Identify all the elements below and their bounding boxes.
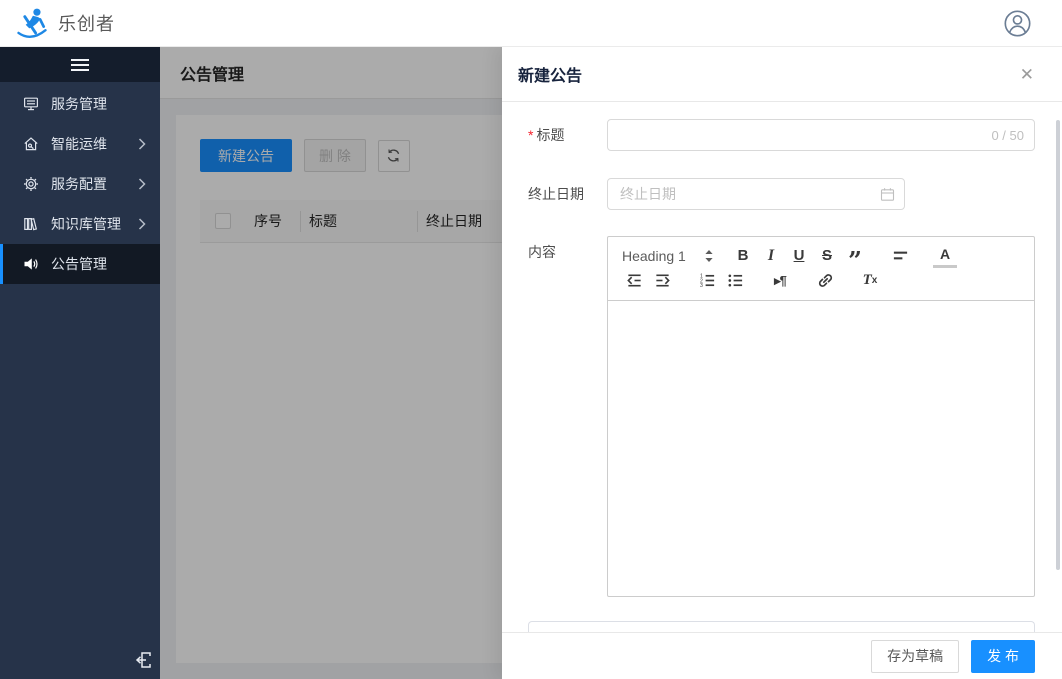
editor-toolbar-row-2: 1 2 3 <box>622 268 1024 293</box>
sidebar-item-label: 服务管理 <box>51 94 146 114</box>
save-draft-button[interactable]: 存为草稿 <box>871 640 959 673</box>
sidebar-item-service-management[interactable]: 服务管理 <box>0 84 160 124</box>
link-button[interactable] <box>813 269 837 293</box>
bold-button[interactable]: B <box>731 244 755 268</box>
sidebar-item-announcements[interactable]: 公告管理 <box>0 244 160 284</box>
publish-button[interactable]: 发 布 <box>971 640 1035 673</box>
text-direction-button[interactable]: ▸¶ <box>768 269 792 293</box>
drawer-title: 新建公告 <box>518 62 582 86</box>
end-date-field-row: 终止日期 <box>528 178 1035 210</box>
heading-select[interactable]: Heading 1 <box>622 248 714 264</box>
hamburger-icon <box>71 56 89 74</box>
calendar-icon <box>880 187 895 202</box>
chevron-right-icon <box>138 218 146 230</box>
end-date-field-label: 终止日期 <box>528 178 607 210</box>
drawer-header: 新建公告 ✕ <box>502 47 1062 102</box>
bullet-list-button[interactable] <box>723 269 747 293</box>
clear-format-button[interactable]: Tx <box>858 269 882 293</box>
brand-logo-icon <box>14 5 50 41</box>
sidebar-item-label: 智能运维 <box>51 134 138 154</box>
rich-text-editor: Heading 1 B <box>607 236 1035 597</box>
chevron-right-icon <box>138 138 146 150</box>
align-button[interactable] <box>888 244 912 268</box>
blockquote-button[interactable]: ” <box>843 244 867 268</box>
select-caret-icon <box>704 249 714 263</box>
title-input-wrap: 0 / 50 <box>607 119 1035 151</box>
sidebar-item-service-config[interactable]: 服务配置 <box>0 164 160 204</box>
sidebar-item-label: 公告管理 <box>51 254 146 274</box>
books-icon <box>23 216 41 232</box>
speaker-icon <box>23 256 41 272</box>
title-field-row: *标题 0 / 50 <box>528 119 1035 151</box>
home-tools-icon <box>23 136 41 152</box>
indent-button[interactable] <box>650 269 674 293</box>
content-field-row: 内容 Heading 1 <box>528 236 1035 597</box>
new-announcement-drawer: 新建公告 ✕ *标题 0 / 50 终止日期 <box>502 47 1062 679</box>
drawer-footer: 存为草稿 发 布 <box>502 632 1062 679</box>
sidebar-item-knowledge-base[interactable]: 知识库管理 <box>0 204 160 244</box>
close-icon[interactable]: ✕ <box>1020 66 1034 83</box>
sidebar-item-label: 服务配置 <box>51 174 138 194</box>
chevron-right-icon <box>138 178 146 190</box>
editor-toolbar-row-1: Heading 1 B <box>622 243 1024 268</box>
drawer-body: *标题 0 / 50 终止日期 <box>502 102 1062 635</box>
sidebar-collapse-button[interactable] <box>0 47 160 82</box>
underline-button[interactable]: U <box>787 244 811 268</box>
text-color-button[interactable]: A <box>933 244 957 268</box>
topbar: 乐创者 <box>0 0 1062 47</box>
title-field-label: *标题 <box>528 119 607 151</box>
monitor-icon <box>23 96 41 112</box>
gear-icon <box>23 176 41 192</box>
ordered-list-button[interactable]: 1 2 3 <box>695 269 719 293</box>
sidebar-item-label: 知识库管理 <box>51 214 138 234</box>
svg-text:3: 3 <box>699 283 702 289</box>
strike-button[interactable]: S <box>815 244 839 268</box>
outdent-button[interactable] <box>622 269 646 293</box>
end-date-input[interactable] <box>608 179 904 209</box>
sidebar-menu: 服务管理 智能运维 <box>0 84 160 284</box>
sidebar-item-intelligent-ops[interactable]: 智能运维 <box>0 124 160 164</box>
screen: 乐创者 <box>0 0 1062 679</box>
user-avatar-icon[interactable] <box>1003 9 1032 38</box>
sidebar: 服务管理 智能运维 <box>0 47 160 679</box>
required-asterisk: * <box>528 127 533 143</box>
end-date-input-wrap <box>607 178 905 210</box>
logout-icon[interactable] <box>133 649 155 671</box>
brand-name: 乐创者 <box>58 10 115 36</box>
editor-content-area[interactable] <box>608 301 1034 596</box>
drawer-scrollbar[interactable] <box>1056 120 1060 570</box>
content-field-label: 内容 <box>528 236 607 597</box>
editor-toolbar: Heading 1 B <box>608 237 1034 301</box>
title-input[interactable] <box>608 120 1034 150</box>
italic-button[interactable]: I <box>759 244 783 268</box>
char-counter: 0 / 50 <box>987 128 1024 143</box>
